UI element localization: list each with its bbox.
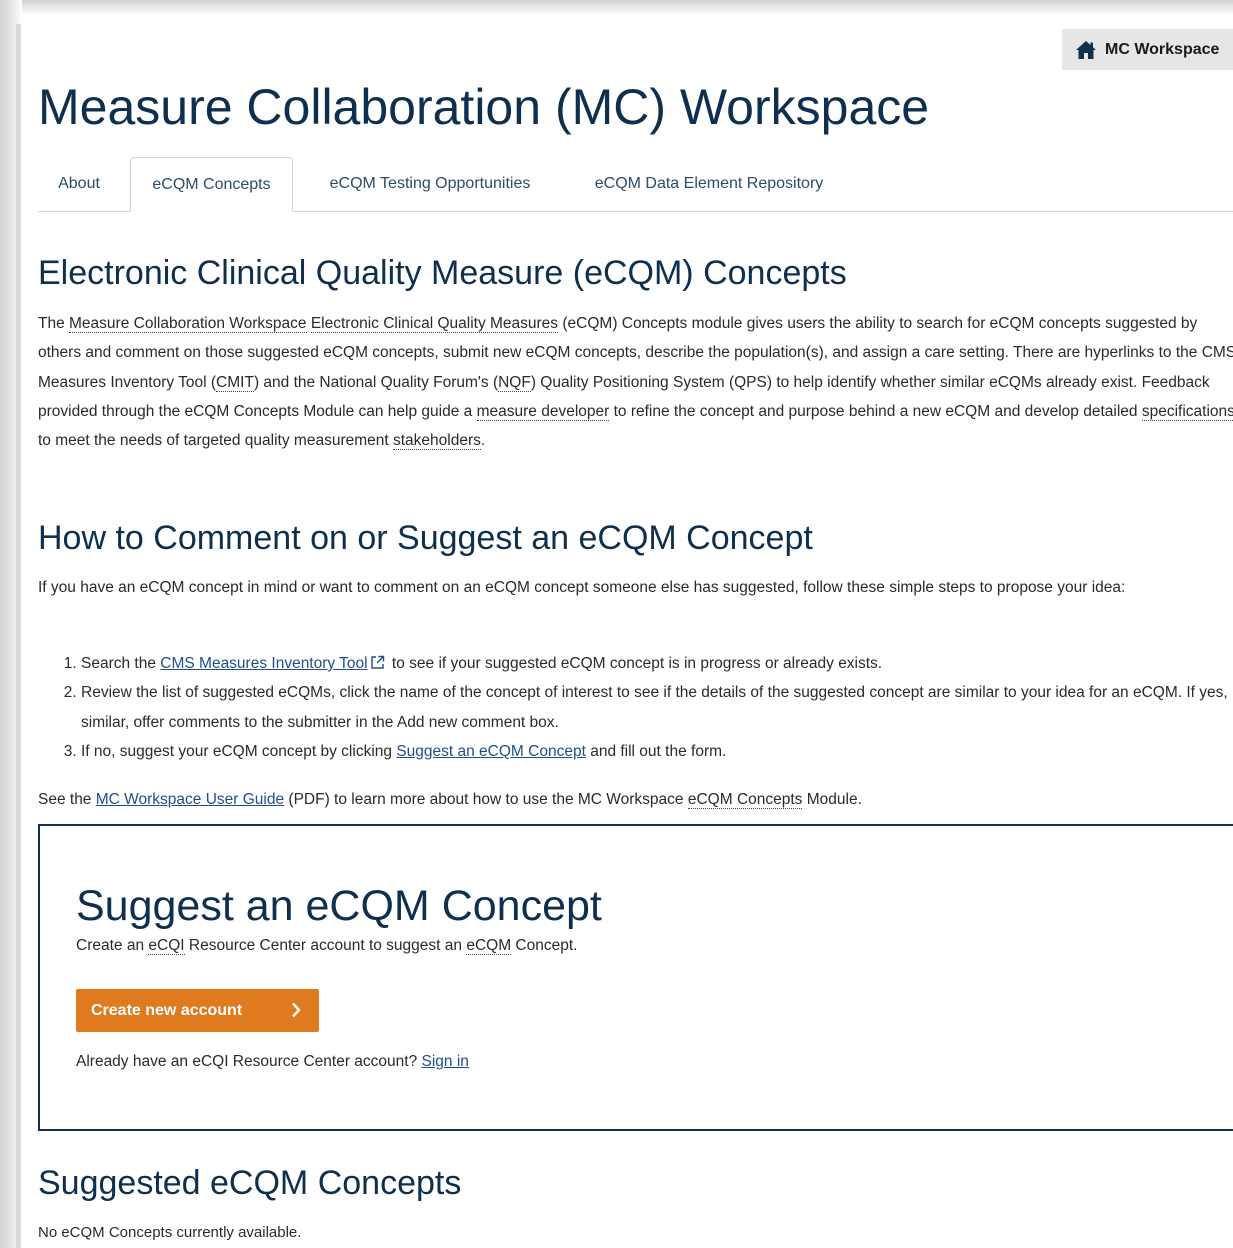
left-border-bar — [16, 24, 21, 1248]
suggest-ecqm-concept-link[interactable]: Suggest an eCQM Concept — [396, 743, 586, 760]
text: Resource Center account to suggest an — [184, 937, 467, 954]
mc-workspace-badge-label: MC Workspace — [1105, 40, 1220, 58]
text: Module. — [802, 791, 862, 808]
text: Search the — [81, 655, 161, 672]
tab-bar: About eCQM Concepts eCQM Testing Opportu… — [38, 157, 1233, 212]
text: If no, suggest your eCQM concept by clic… — [81, 742, 397, 760]
text: . — [480, 432, 486, 450]
create-new-account-button[interactable]: Create new account — [76, 989, 319, 1032]
concepts-heading: Electronic Clinical Quality Measure (eCQ… — [38, 254, 847, 292]
glossary-specifications[interactable]: specifications — [1141, 402, 1233, 421]
text: to refine the concept and purpose behind… — [609, 402, 1142, 420]
text: Create an — [76, 937, 149, 954]
text: See the — [38, 791, 96, 808]
mc-workspace-user-guide-link[interactable]: MC Workspace User Guide — [96, 791, 284, 808]
text: Concept. — [511, 937, 578, 954]
glossary-ecqi[interactable]: eCQI — [148, 937, 185, 955]
steps-list: Search the CMS Measures Inventory Tool t… — [38, 649, 1233, 766]
list-item: Review the list of suggested eCQMs, clic… — [81, 678, 1233, 737]
suggest-concept-subtitle: Create an eCQI Resource Center account t… — [76, 937, 577, 955]
main-content: MC Workspace Measure Collaboration (MC) … — [38, 0, 1233, 1248]
cms-measures-inventory-tool-link[interactable]: CMS Measures Inventory Tool — [160, 655, 367, 672]
glossary-measure-collaboration-workspace[interactable]: Measure Collaboration Workspace — [69, 315, 307, 333]
suggest-concept-title: Suggest an eCQM Concept — [76, 882, 602, 930]
sign-in-link[interactable]: Sign in — [422, 1053, 469, 1070]
text: (PDF) to learn more about how to use the… — [284, 791, 688, 808]
text: Already have an eCQI Resource Center acc… — [76, 1053, 418, 1070]
tab-ecqm-testing-opportunities[interactable]: eCQM Testing Opportunities — [301, 157, 559, 211]
signin-line: Already have an eCQI Resource Center acc… — [76, 1053, 469, 1071]
tab-ecqm-data-element-repository[interactable]: eCQM Data Element Repository — [569, 157, 849, 211]
glossary-cmit[interactable]: CMIT — [216, 373, 254, 392]
mc-workspace-badge[interactable]: MC Workspace — [1062, 29, 1233, 70]
glossary-nqf[interactable]: NQF — [498, 373, 531, 392]
text: to meet the needs of targeted quality me… — [38, 432, 393, 450]
glossary-ecqm-short[interactable]: eCQM — [466, 937, 512, 955]
concepts-description: The Measure Collaboration Workspace Elec… — [38, 309, 1233, 455]
howto-intro: If you have an eCQM concept in mind or w… — [38, 579, 1126, 596]
text: The — [38, 315, 70, 332]
list-item: Search the CMS Measures Inventory Tool t… — [81, 649, 1233, 678]
home-icon — [1076, 40, 1096, 59]
empty-state-message: No eCQM Concepts currently available. — [38, 1224, 302, 1241]
text: ) and the National Quality Forum's ( — [253, 373, 499, 391]
glossary-ecqm-concepts[interactable]: eCQM Concepts — [687, 791, 803, 809]
text: to see if your suggested eCQM concept is… — [387, 655, 883, 672]
list-item: If no, suggest your eCQM concept by clic… — [81, 737, 1233, 766]
tab-about[interactable]: About — [38, 157, 120, 211]
text: and fill out the form. — [585, 742, 727, 760]
tab-ecqm-concepts[interactable]: eCQM Concepts — [130, 157, 293, 212]
create-new-account-label: Create new account — [91, 1001, 243, 1019]
glossary-ecqm[interactable]: Electronic Clinical Quality Measures — [310, 315, 559, 333]
glossary-stakeholders[interactable]: stakeholders — [393, 432, 481, 451]
howto-heading: How to Comment on or Suggest an eCQM Con… — [38, 519, 813, 557]
glossary-measure-developer[interactable]: measure developer — [476, 402, 610, 421]
user-guide-note: See the MC Workspace User Guide (PDF) to… — [38, 785, 1233, 814]
external-link-icon — [370, 655, 384, 669]
chevron-right-icon — [292, 1002, 301, 1018]
suggested-concepts-heading: Suggested eCQM Concepts — [38, 1164, 462, 1202]
page-title: Measure Collaboration (MC) Workspace — [38, 79, 930, 135]
suggest-concept-box: Suggest an eCQM Concept Create an eCQI R… — [38, 824, 1233, 1131]
